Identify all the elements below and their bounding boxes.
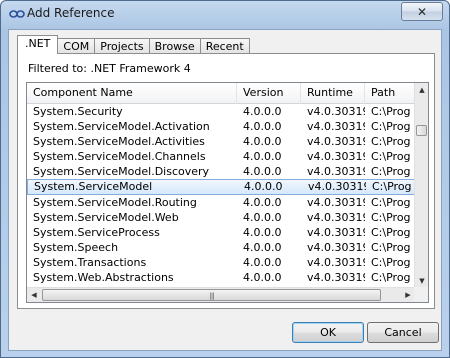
row-component-name: System.Security (33, 105, 123, 118)
row-version: 4.0.0.0 (243, 241, 282, 254)
row-version: 4.0.0.0 (243, 150, 282, 163)
row-path: C:\Prog (371, 150, 411, 163)
row-path: C:\Prog (371, 165, 411, 178)
list-row[interactable]: System.Transactions 4.0.0.0 v4.0.30319 C… (27, 255, 415, 270)
row-path: C:\Prog (371, 196, 411, 209)
references-icon (9, 10, 25, 18)
row-runtime: v4.0.30319 (307, 105, 365, 118)
row-runtime: v4.0.30319 (307, 256, 365, 269)
row-runtime: v4.0.30319 (307, 150, 365, 163)
row-runtime: v4.0.30319 (307, 211, 365, 224)
row-component-name: System.Speech (33, 241, 119, 254)
column-header-path[interactable]: Path (365, 83, 415, 104)
row-runtime: v4.0.30319 (307, 135, 365, 148)
scroll-up-arrow-icon[interactable]: ▲ (415, 83, 428, 97)
row-version: 4.0.0.0 (244, 180, 283, 193)
row-path: C:\Prog (371, 226, 411, 239)
tab-com[interactable]: COM (58, 38, 96, 54)
row-runtime: v4.0.30319 (307, 271, 365, 284)
tab-browse[interactable]: Browse (149, 38, 201, 54)
row-component-name: System.ServiceModel.Discovery (33, 165, 210, 178)
list-body: System.Security 4.0.0.0 v4.0.30319 C:\Pr… (27, 104, 415, 288)
row-component-name: System.ServiceProcess (33, 226, 160, 239)
close-icon: ✕ (416, 4, 428, 19)
row-component-name: System.ServiceModel.Routing (33, 196, 197, 209)
column-header-component-name[interactable]: Component Name (27, 83, 237, 104)
row-path: C:\Prog (371, 271, 411, 284)
row-runtime: v4.0.30319 (307, 226, 365, 239)
row-path: C:\Prog (372, 180, 412, 193)
row-component-name: System.ServiceModel.Channels (33, 150, 206, 163)
vertical-scrollbar[interactable]: ▲ ▼ (414, 83, 428, 288)
tab-panel-dotnet: Filtered to: .NET Framework 4 Component … (17, 53, 435, 309)
row-path: C:\Prog (371, 105, 411, 118)
list-row[interactable]: System.Web.Abstractions 4.0.0.0 v4.0.303… (27, 270, 415, 285)
list-header: Component Name Version Runtime Path (27, 83, 415, 104)
cancel-button[interactable]: Cancel (367, 322, 439, 343)
column-header-version[interactable]: Version (237, 83, 301, 104)
row-component-name: System.Transactions (33, 256, 147, 269)
row-version: 4.0.0.0 (243, 196, 282, 209)
window-title: Add Reference (27, 6, 115, 20)
row-path: C:\Prog (371, 120, 411, 133)
row-path: C:\Prog (371, 241, 411, 254)
row-version: 4.0.0.0 (243, 120, 282, 133)
list-row[interactable]: System.ServiceModel.Discovery 4.0.0.0 v4… (27, 164, 415, 179)
scroll-down-arrow-icon[interactable]: ▼ (415, 274, 428, 288)
list-row-selected[interactable]: System.ServiceModel 4.0.0.0 v4.0.30319 C… (27, 179, 415, 195)
row-runtime: v4.0.30319 (307, 120, 365, 133)
row-component-name: System.ServiceModel (34, 180, 153, 193)
row-path: C:\Prog (371, 135, 411, 148)
tab-projects[interactable]: Projects (95, 38, 150, 54)
tab-dotnet[interactable]: .NET (17, 35, 59, 54)
list-row[interactable]: System.ServiceModel.Activities 4.0.0.0 v… (27, 134, 415, 149)
dialog-client-area: .NET COM Projects Browse Recent Filtered… (8, 29, 442, 351)
column-header-runtime[interactable]: Runtime (301, 83, 365, 104)
row-component-name: System.Web.Abstractions (33, 271, 174, 284)
row-runtime: v4.0.30319 (307, 165, 365, 178)
add-reference-dialog: Add Reference ✕ .NET COM Projects Browse… (0, 0, 450, 358)
filter-label: Filtered to: .NET Framework 4 (28, 62, 191, 75)
row-version: 4.0.0.0 (243, 105, 282, 118)
list-row[interactable]: System.ServiceModel.Routing 4.0.0.0 v4.0… (27, 195, 415, 210)
list-row[interactable]: System.ServiceModel.Web 4.0.0.0 v4.0.303… (27, 210, 415, 225)
component-list[interactable]: Component Name Version Runtime Path Syst… (26, 82, 429, 303)
scroll-right-arrow-icon[interactable]: ▶ (401, 288, 415, 302)
list-row[interactable]: System.Speech 4.0.0.0 v4.0.30319 C:\Prog (27, 240, 415, 255)
list-row[interactable]: System.ServiceModel.Activation 4.0.0.0 v… (27, 119, 415, 134)
row-component-name: System.ServiceModel.Activation (33, 120, 210, 133)
row-component-name: System.ServiceModel.Web (33, 211, 179, 224)
row-path: C:\Prog (371, 256, 411, 269)
scroll-left-arrow-icon[interactable]: ◀ (27, 288, 41, 302)
list-row[interactable]: System.ServiceModel.Channels 4.0.0.0 v4.… (27, 149, 415, 164)
list-row[interactable]: System.ServiceProcess 4.0.0.0 v4.0.30319… (27, 225, 415, 240)
list-row[interactable]: System.Security 4.0.0.0 v4.0.30319 C:\Pr… (27, 104, 415, 119)
row-component-name: System.ServiceModel.Activities (33, 135, 205, 148)
row-version: 4.0.0.0 (243, 135, 282, 148)
row-version: 4.0.0.0 (243, 165, 282, 178)
row-version: 4.0.0.0 (243, 211, 282, 224)
tab-strip: .NET COM Projects Browse Recent (17, 35, 250, 54)
row-path: C:\Prog (371, 211, 411, 224)
title-bar[interactable]: Add Reference ✕ (1, 1, 449, 27)
row-version: 4.0.0.0 (243, 226, 282, 239)
scrollbar-corner (414, 287, 428, 302)
row-runtime: v4.0.30319 (307, 196, 365, 209)
row-runtime: v4.0.30319 (307, 241, 365, 254)
vertical-scroll-thumb[interactable] (416, 125, 427, 136)
row-version: 4.0.0.0 (243, 256, 282, 269)
horizontal-scrollbar[interactable]: ◀ ||| ▶ (27, 287, 415, 302)
horizontal-scroll-thumb[interactable]: ||| (42, 289, 381, 301)
row-version: 4.0.0.0 (243, 271, 282, 284)
grip-icon: ||| (209, 292, 214, 300)
tab-recent[interactable]: Recent (200, 38, 250, 54)
ok-button[interactable]: OK (292, 322, 364, 343)
row-runtime: v4.0.30319 (308, 180, 366, 193)
close-button[interactable]: ✕ (401, 2, 443, 21)
